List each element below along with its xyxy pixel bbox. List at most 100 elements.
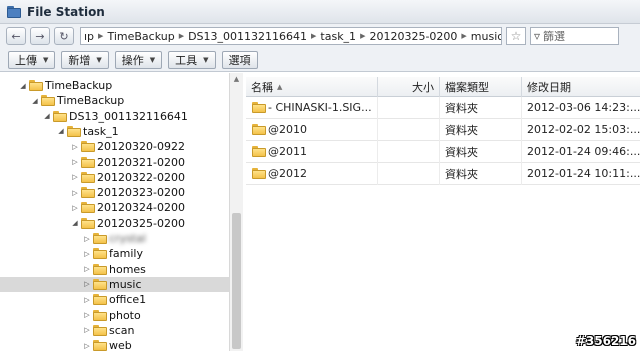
table-row[interactable]: @2010 資料夾 2012-02-02 15:03:... xyxy=(246,118,640,141)
collapsed-arrow-icon[interactable]: ▷ xyxy=(82,265,92,273)
collapsed-arrow-icon[interactable]: ▷ xyxy=(82,326,92,334)
breadcrumb-item[interactable]: 20120325-0200 xyxy=(369,30,457,43)
collapsed-arrow-icon[interactable]: ▷ xyxy=(70,158,80,166)
tree-item[interactable]: ▷ 20120323-0200 xyxy=(70,185,185,200)
file-name: @2011 xyxy=(268,145,307,158)
expanded-arrow-icon[interactable]: ◢ xyxy=(42,112,52,120)
folder-icon xyxy=(53,110,67,122)
refresh-button[interactable]: ↻ xyxy=(54,27,74,45)
breadcrumb-item[interactable]: DS13_001132116641 xyxy=(188,30,307,43)
collapsed-arrow-icon[interactable]: ▷ xyxy=(82,280,92,288)
expanded-arrow-icon[interactable]: ◢ xyxy=(30,97,40,105)
options-button[interactable]: 選項 xyxy=(221,50,258,69)
tree-item[interactable]: ▷ web xyxy=(82,338,132,351)
tree-item[interactable]: ▷ music xyxy=(0,276,229,292)
tree-item[interactable]: ▷ homes xyxy=(82,262,146,277)
collapsed-arrow-icon[interactable]: ▷ xyxy=(70,189,80,197)
expanded-arrow-icon[interactable]: ◢ xyxy=(70,219,80,227)
breadcrumb-item[interactable]: music xyxy=(471,30,501,43)
file-name-cell: - CHINASKI-1.SIG... xyxy=(246,96,378,119)
table-row[interactable]: @2011 資料夾 2012-01-24 09:46:... xyxy=(246,140,640,163)
tree-item-label: 20120320-0922 xyxy=(97,140,185,154)
tree-item[interactable]: ▷ 20120321-0200 xyxy=(70,155,185,170)
create-button[interactable]: 新增 ▼ xyxy=(61,50,109,69)
folder-icon xyxy=(93,248,107,260)
tree-item[interactable]: ◢ TimeBackup xyxy=(30,93,124,108)
forward-button[interactable]: → xyxy=(30,27,50,45)
file-type-cell: 資料夾 xyxy=(440,140,522,163)
expanded-arrow-icon[interactable]: ◢ xyxy=(56,127,66,135)
tree-item-label: office1 xyxy=(109,293,147,307)
folder-icon xyxy=(93,340,107,351)
tree-item-label: 20120321-0200 xyxy=(97,155,185,169)
tree-item[interactable]: ◢ TimeBackup xyxy=(18,78,112,93)
title-bar: File Station xyxy=(0,0,640,24)
tree-item-label: 20120324-0200 xyxy=(97,201,185,215)
folder-icon xyxy=(93,309,107,321)
collapsed-arrow-icon[interactable]: ▷ xyxy=(82,296,92,304)
tree-item[interactable]: ▷ family xyxy=(82,246,143,261)
column-size[interactable]: 大小 xyxy=(378,77,440,97)
filter-input[interactable]: ▿ 篩選 xyxy=(530,27,619,45)
tree-item[interactable]: ◢ DS13_001132116641 xyxy=(42,109,188,124)
tree-item-label: DS13_001132116641 xyxy=(69,109,188,123)
tree-item[interactable]: ▷ scan xyxy=(82,323,134,338)
breadcrumb-item[interactable]: task_1 xyxy=(320,30,356,43)
file-size-cell xyxy=(378,162,440,185)
folder-icon xyxy=(252,168,266,179)
file-name-cell: @2010 xyxy=(246,118,378,141)
table-row[interactable]: - CHINASKI-1.SIG... 資料夾 2012-03-06 14:23:.… xyxy=(246,96,640,119)
folder-icon xyxy=(252,124,266,135)
folder-icon xyxy=(93,278,107,290)
file-station-icon xyxy=(6,4,22,20)
breadcrumb-separator-icon: ▶ xyxy=(461,32,467,40)
file-modified-cell: 2012-01-24 10:11:... xyxy=(527,167,640,180)
collapsed-arrow-icon[interactable]: ▷ xyxy=(82,311,92,319)
tree-scrollbar[interactable]: ▲ xyxy=(229,73,243,351)
collapsed-arrow-icon[interactable]: ▷ xyxy=(70,204,80,212)
folder-icon xyxy=(93,263,107,275)
breadcrumb-item[interactable]: TimeBackup xyxy=(107,30,174,43)
action-button[interactable]: 操作 ▼ xyxy=(114,50,163,69)
tree-item-label: 20120323-0200 xyxy=(97,186,185,200)
collapsed-arrow-icon[interactable]: ▷ xyxy=(70,173,80,181)
upload-button[interactable]: 上傳 ▼ xyxy=(8,50,56,69)
table-row[interactable]: @2012 資料夾 2012-01-24 10:11:... xyxy=(246,162,640,185)
tree-item[interactable]: ◢ task_1 xyxy=(56,124,118,139)
tree-item[interactable]: ▷ crystal xyxy=(82,231,146,246)
favorite-button[interactable]: ☆ xyxy=(506,27,526,45)
refresh-icon: ↻ xyxy=(59,29,69,43)
back-button[interactable]: ← xyxy=(6,27,26,45)
breadcrumb: ıp ▶ TimeBackup ▶ DS13_001132116641 ▶ ta… xyxy=(80,27,502,45)
chevron-down-icon: ▼ xyxy=(43,55,49,64)
collapsed-arrow-icon[interactable]: ▷ xyxy=(82,250,92,258)
scroll-up-icon[interactable]: ▲ xyxy=(230,75,243,87)
folder-icon xyxy=(81,217,95,229)
tree-item[interactable]: ▷ photo xyxy=(82,308,140,323)
folder-tree: ◢ TimeBackup ◢ TimeBackup ◢ DS13_001132116641… xyxy=(0,73,243,351)
tree-item[interactable]: ▷ office1 xyxy=(82,292,146,307)
breadcrumb-item[interactable]: ıp xyxy=(84,30,94,43)
folder-icon xyxy=(29,80,43,91)
collapsed-arrow-icon[interactable]: ▷ xyxy=(82,235,92,243)
tree-item[interactable]: ▷ 20120324-0200 xyxy=(70,200,185,215)
file-size-cell xyxy=(378,96,440,119)
chevron-down-icon: ▼ xyxy=(149,55,156,64)
breadcrumb-separator-icon: ▶ xyxy=(178,32,185,40)
column-modified[interactable]: 修改日期 xyxy=(522,77,640,97)
column-name[interactable]: 名稱 ▲ xyxy=(246,77,378,97)
tree-item[interactable]: ◢ 20120325-0200 xyxy=(70,216,185,231)
tree-item[interactable]: ▷ 20120320-0922 xyxy=(70,139,185,154)
collapsed-arrow-icon[interactable]: ▷ xyxy=(70,143,80,151)
tools-button[interactable]: 工具 ▼ xyxy=(168,50,216,69)
tree-item[interactable]: ▷ 20120322-0200 xyxy=(70,170,185,185)
breadcrumb-separator-icon: ▶ xyxy=(360,32,366,40)
expanded-arrow-icon[interactable]: ◢ xyxy=(18,82,28,90)
tree-item-label: TimeBackup xyxy=(57,94,125,108)
file-modified-cell: 2012-03-06 14:23:... xyxy=(527,101,640,114)
collapsed-arrow-icon[interactable]: ▷ xyxy=(82,342,92,350)
file-modified-cell: 2012-02-02 15:03:... xyxy=(527,123,640,136)
scrollbar-thumb[interactable] xyxy=(232,213,241,349)
file-list: 名稱 ▲ 大小 檔案類型 修改日期 - CHINASKI-1.SIG... 資料夾 2… xyxy=(246,73,640,351)
column-type[interactable]: 檔案類型 xyxy=(440,77,522,97)
